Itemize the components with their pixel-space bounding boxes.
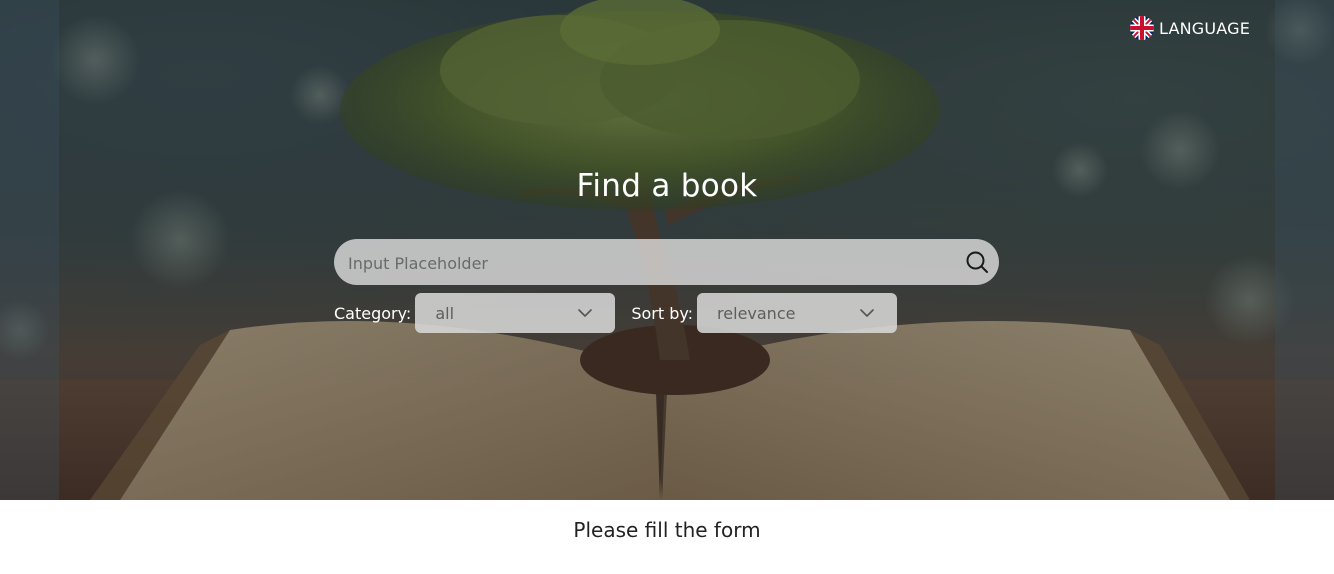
category-value: all <box>435 303 455 323</box>
hero-right-edge <box>1275 0 1334 500</box>
page-title: Find a book <box>576 168 758 204</box>
uk-flag-icon <box>1130 16 1154 40</box>
category-label: Category: <box>334 303 412 323</box>
sort-select[interactable]: relevance <box>697 293 898 333</box>
category-select[interactable]: all <box>415 293 616 333</box>
filter-row: Category: all Sort by: relevance <box>334 293 898 333</box>
language-label: LANGUAGE <box>1159 18 1251 38</box>
status-message: Please fill the form <box>573 518 761 542</box>
sort-label: Sort by: <box>631 303 694 323</box>
sort-value: relevance <box>717 303 796 323</box>
search-icon[interactable] <box>965 250 989 274</box>
chevron-down-icon <box>578 309 593 317</box>
search-bar <box>334 239 999 287</box>
hero-left-edge <box>0 0 59 500</box>
search-input[interactable] <box>346 239 950 287</box>
language-selector[interactable]: LANGUAGE <box>1130 16 1250 40</box>
chevron-down-icon <box>860 309 874 317</box>
